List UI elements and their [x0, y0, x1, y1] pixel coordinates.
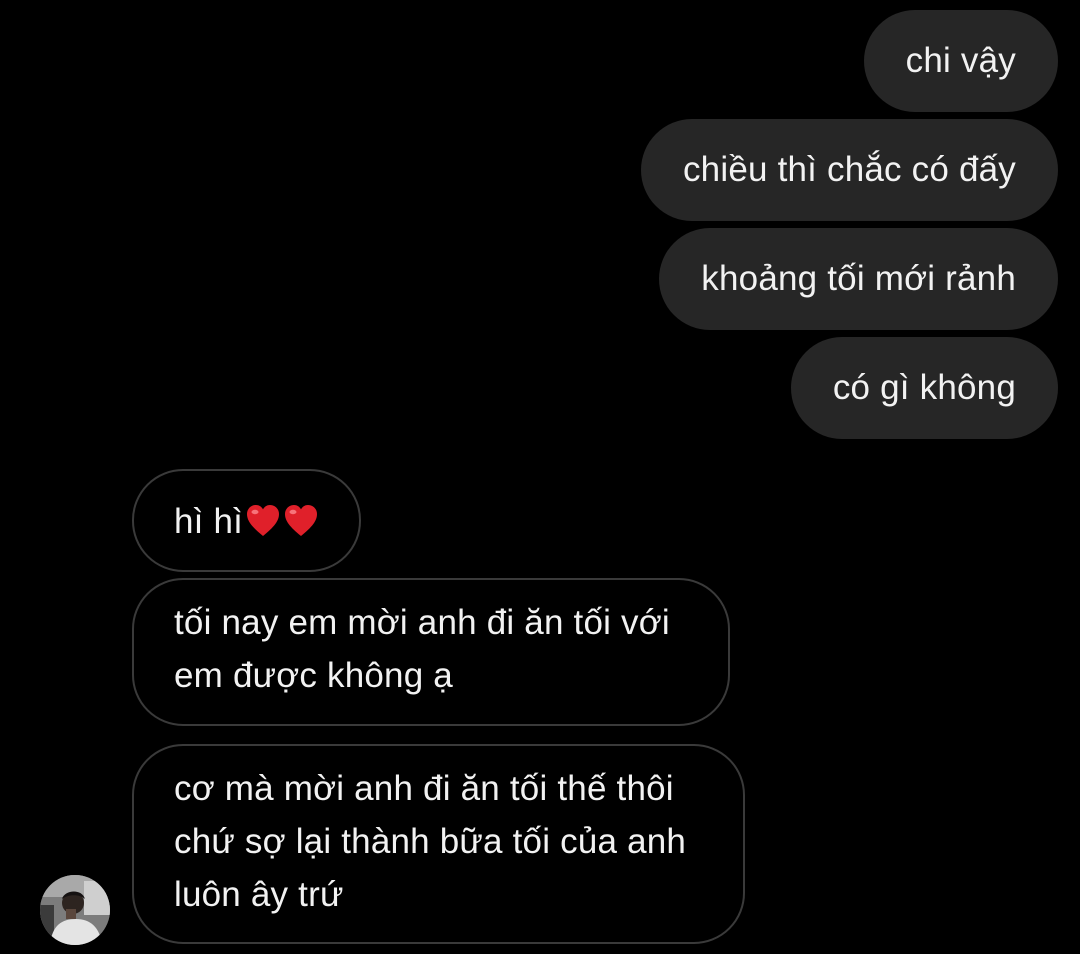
message-text: hì hì: [174, 502, 244, 541]
message-line: em được không ạ: [174, 656, 453, 695]
person-photo-icon: [40, 875, 110, 945]
message-line: luôn ây trứ: [174, 875, 344, 914]
incoming-message[interactable]: cơ mà mời anh đi ăn tối thế thôi chứ sợ …: [132, 744, 745, 944]
outgoing-message[interactable]: có gì không: [790, 337, 1058, 439]
red-heart-icon: [283, 501, 319, 537]
outgoing-message[interactable]: chiều thì chắc có đấy: [640, 119, 1058, 221]
message-text: chi vậy: [905, 41, 1016, 80]
message-text: khoảng tối mới rảnh: [701, 259, 1016, 298]
message-text: có gì không: [832, 368, 1016, 407]
message-line: tối nay em mời anh đi ăn tối với: [174, 603, 670, 642]
incoming-message[interactable]: hì hì: [132, 469, 362, 572]
message-line: cơ mà mời anh đi ăn tối thế thôi: [174, 769, 674, 808]
red-heart-icon: [245, 501, 281, 537]
message-line: chứ sợ lại thành bữa tối của anh: [174, 822, 687, 861]
outgoing-message[interactable]: khoảng tối mới rảnh: [659, 228, 1058, 330]
outgoing-message[interactable]: chi vậy: [863, 10, 1058, 112]
message-text: chiều thì chắc có đấy: [682, 150, 1016, 189]
sender-avatar[interactable]: [40, 875, 110, 945]
incoming-message[interactable]: tối nay em mời anh đi ăn tối với em được…: [132, 578, 730, 726]
